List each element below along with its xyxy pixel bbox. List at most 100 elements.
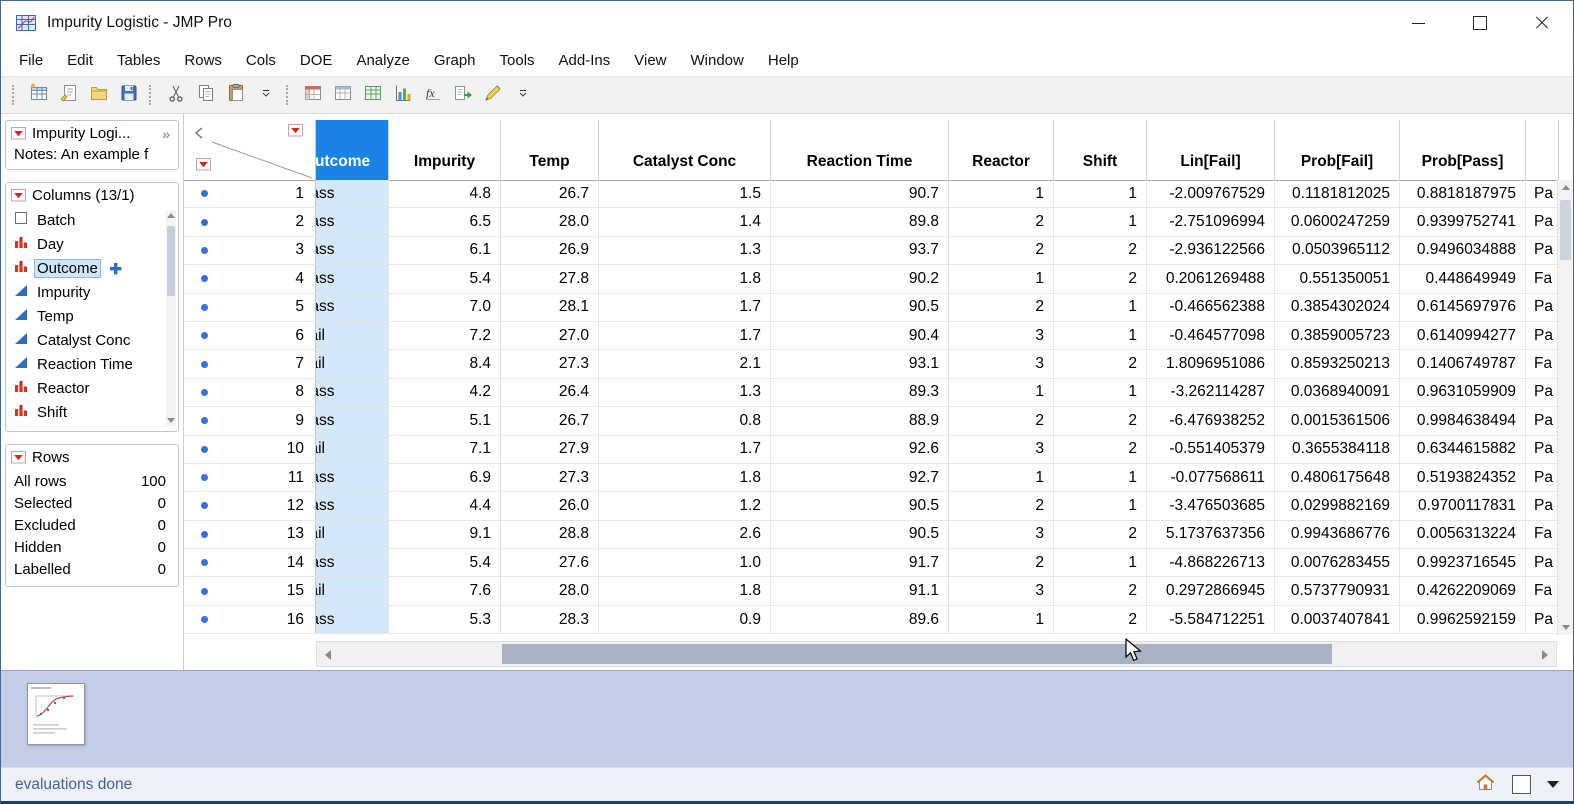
cell[interactable]: 1 xyxy=(1054,293,1147,321)
new-data-table-button[interactable] xyxy=(24,81,54,109)
cell[interactable]: Pa xyxy=(1526,208,1559,236)
cell[interactable]: 4.2 xyxy=(389,378,501,407)
menu-tables[interactable]: Tables xyxy=(105,48,172,73)
cell[interactable]: 0.9962592159 xyxy=(1400,605,1526,634)
column-header-shift[interactable]: Shift xyxy=(1054,120,1147,180)
row-number-cell[interactable]: 16 xyxy=(184,605,316,634)
cell[interactable]: 27.9 xyxy=(501,435,599,463)
cell[interactable]: 1.4 xyxy=(599,208,771,236)
cell[interactable]: Pass xyxy=(316,378,389,407)
cell[interactable]: 7.1 xyxy=(389,435,501,463)
home-button[interactable] xyxy=(1475,772,1496,797)
cell[interactable]: 2 xyxy=(949,236,1054,265)
cell[interactable]: Pass xyxy=(316,492,389,520)
menu-view[interactable]: View xyxy=(622,48,678,73)
cell[interactable]: 2 xyxy=(1054,605,1147,634)
cell[interactable]: 6.1 xyxy=(389,236,501,265)
cell[interactable]: 1.7 xyxy=(599,293,771,321)
cell[interactable]: Fail xyxy=(316,435,389,463)
cell[interactable]: 0.0299882169 xyxy=(1275,492,1400,520)
cell[interactable]: 0.0600247259 xyxy=(1275,208,1400,236)
cell[interactable]: 2 xyxy=(1054,265,1147,293)
row-state-dot[interactable] xyxy=(201,616,208,624)
cell[interactable]: 0.6140994277 xyxy=(1400,321,1526,350)
row-number-cell[interactable]: 8 xyxy=(184,378,316,407)
cell[interactable]: 5.1737637356 xyxy=(1147,520,1275,549)
cell[interactable]: 1.2 xyxy=(599,492,771,520)
column-item-temp[interactable]: Temp xyxy=(8,304,164,328)
row-number-cell[interactable]: 10 xyxy=(184,435,316,463)
cell[interactable]: Pa xyxy=(1526,378,1559,407)
minimize-button[interactable] xyxy=(1387,1,1449,45)
cell[interactable]: 92.7 xyxy=(771,463,949,492)
row-state-dot[interactable] xyxy=(201,303,208,311)
cell[interactable]: 1.8096951086 xyxy=(1147,350,1275,378)
menu-analyze[interactable]: Analyze xyxy=(344,48,421,73)
cell[interactable]: 2 xyxy=(949,549,1054,577)
cell[interactable]: Pa xyxy=(1526,435,1559,463)
cell[interactable]: 26.0 xyxy=(501,492,599,520)
cell[interactable]: 1 xyxy=(949,605,1054,634)
row-number-cell[interactable]: 6 xyxy=(184,321,316,350)
cell[interactable]: 1.3 xyxy=(599,236,771,265)
vertical-scrollbar[interactable] xyxy=(1557,180,1573,635)
menu-graph[interactable]: Graph xyxy=(422,48,488,73)
close-button[interactable] xyxy=(1511,1,1573,45)
cell[interactable]: 2 xyxy=(1054,520,1147,549)
cell[interactable]: 0.8818187975 xyxy=(1400,180,1526,208)
row-state-dot[interactable] xyxy=(201,530,208,538)
column-header-reactor[interactable]: Reactor xyxy=(949,120,1054,180)
menu-help[interactable]: Help xyxy=(756,48,811,73)
cell[interactable]: Pass xyxy=(316,407,389,435)
cell[interactable]: Pass xyxy=(316,236,389,265)
column-item-shift[interactable]: Shift xyxy=(8,400,164,424)
copy-button[interactable] xyxy=(191,81,221,109)
cell[interactable]: 0.9923716545 xyxy=(1400,549,1526,577)
cell[interactable]: 1 xyxy=(1054,492,1147,520)
cell[interactable]: 28.8 xyxy=(501,520,599,549)
column-header-lin-fail[interactable]: Lin[Fail] xyxy=(1147,120,1275,180)
cell[interactable]: -2.009767529 xyxy=(1147,180,1275,208)
menu-edit[interactable]: Edit xyxy=(55,48,105,73)
row-number-cell[interactable]: 12 xyxy=(184,492,316,520)
open-button[interactable] xyxy=(84,81,114,109)
cell[interactable]: 3 xyxy=(949,321,1054,350)
cell[interactable]: 2 xyxy=(949,492,1054,520)
column-item-impurity[interactable]: Impurity xyxy=(8,280,164,304)
menu-add-ins[interactable]: Add-Ins xyxy=(547,48,623,73)
cell[interactable]: Pa xyxy=(1526,407,1559,435)
cell[interactable]: -0.466562388 xyxy=(1147,293,1275,321)
cell[interactable]: 0.3655384118 xyxy=(1275,435,1400,463)
rows-menu-button[interactable] xyxy=(196,158,211,171)
cell[interactable]: Fa xyxy=(1526,520,1559,549)
paste-button[interactable] xyxy=(221,81,251,109)
row-state-dot[interactable] xyxy=(201,388,208,396)
column-header-catalyst-conc[interactable]: Catalyst Conc xyxy=(599,120,771,180)
cell[interactable]: 7.2 xyxy=(389,321,501,350)
cell[interactable]: 2 xyxy=(949,407,1054,435)
columns-menu-button[interactable] xyxy=(288,124,303,137)
row-number-cell[interactable]: 2 xyxy=(184,208,316,236)
cell[interactable]: 0.0368940091 xyxy=(1275,378,1400,407)
cell[interactable]: 6.5 xyxy=(389,208,501,236)
cell[interactable]: 0.9631059909 xyxy=(1400,378,1526,407)
cell[interactable]: 2 xyxy=(949,208,1054,236)
cell[interactable]: 5.3 xyxy=(389,605,501,634)
cell[interactable]: 0.5193824352 xyxy=(1400,463,1526,492)
scroll-up-icon[interactable] xyxy=(167,213,175,218)
cell[interactable]: 0.2061269488 xyxy=(1147,265,1275,293)
row-state-dot[interactable] xyxy=(201,360,208,368)
menu-file[interactable]: File xyxy=(7,48,55,73)
cell[interactable]: 8.4 xyxy=(389,350,501,378)
cell[interactable]: 91.7 xyxy=(771,549,949,577)
cut-button[interactable] xyxy=(161,81,191,109)
cell[interactable]: Fail xyxy=(316,321,389,350)
cell[interactable]: 1 xyxy=(1054,549,1147,577)
journal-button[interactable] xyxy=(54,81,84,109)
cell[interactable]: -2.751096994 xyxy=(1147,208,1275,236)
cell[interactable]: 0.9700117831 xyxy=(1400,492,1526,520)
column-item-day[interactable]: Day xyxy=(8,232,164,256)
cell[interactable]: 1 xyxy=(1054,180,1147,208)
cell[interactable]: 0.8 xyxy=(599,407,771,435)
cell[interactable]: 91.1 xyxy=(771,577,949,605)
